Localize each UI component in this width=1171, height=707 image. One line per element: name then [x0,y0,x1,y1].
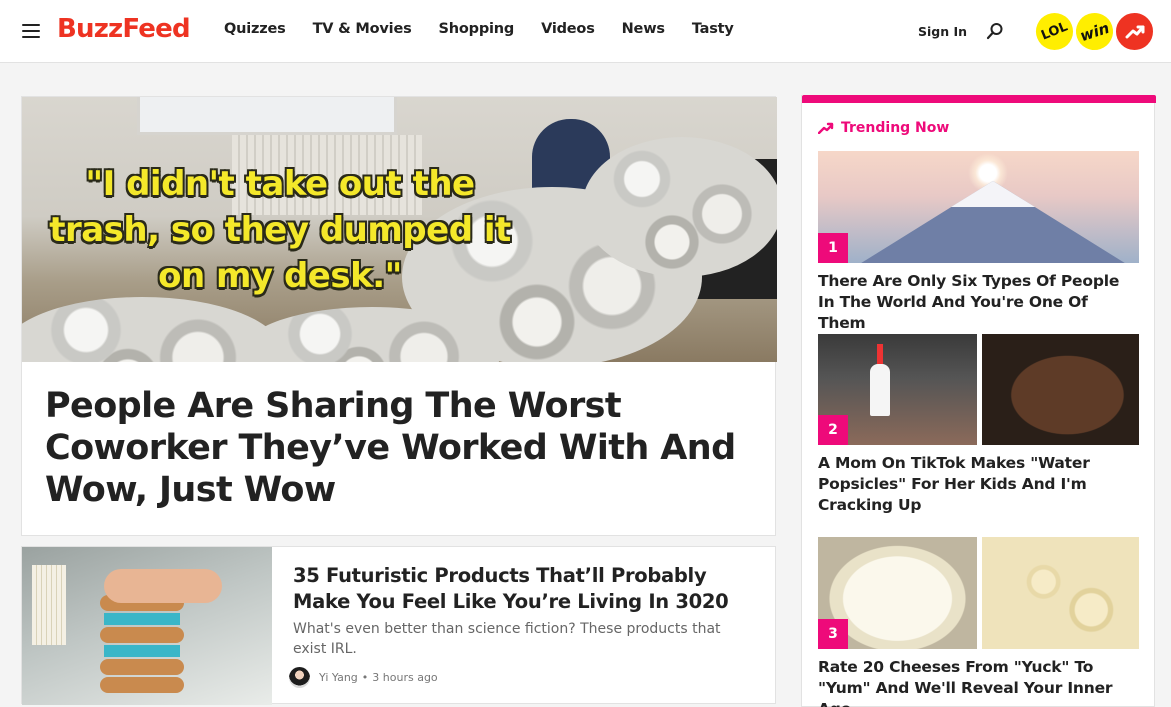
hero-article-card[interactable]: "I didn't take out the trash, so they du… [21,96,777,536]
trending-heading-label: Trending Now [841,120,950,136]
hero-image[interactable]: "I didn't take out the trash, so they du… [22,97,777,362]
sign-in-link[interactable]: Sign In [918,24,967,39]
story-description: What's even better than science fiction?… [293,621,721,657]
trending-thumbnail[interactable]: 1 [818,151,1139,263]
rank-badge: 2 [818,415,848,445]
trending-badge[interactable] [1114,11,1155,52]
nav-tv-movies[interactable]: TV & Movies [313,21,412,37]
trending-item-1[interactable]: 1 There Are Only Six Types Of People In … [818,151,1139,334]
nav-quizzes[interactable]: Quizzes [224,21,286,37]
rank-badge: 1 [818,233,848,263]
trending-item-title[interactable]: A Mom On TikTok Makes "Water Popsicles" … [818,453,1139,516]
trending-arrow-icon [818,122,834,134]
search-icon[interactable] [986,22,1004,45]
nav-shopping[interactable]: Shopping [439,21,515,37]
story-byline: Yi Yang • 3 hours ago [289,667,438,688]
site-header: BuzzFeed Quizzes TV & Movies Shopping Vi… [0,0,1171,63]
trending-panel: Trending Now 1 There Are Only Six Types … [801,95,1156,707]
hero-image-caption: "I didn't take out the trash, so they du… [49,164,511,296]
menu-icon[interactable] [22,24,40,38]
byline-separator: • [361,671,369,684]
rank-badge: 3 [818,619,848,649]
nav-news[interactable]: News [622,21,665,37]
nav-tasty[interactable]: Tasty [692,21,734,37]
trending-thumbnail[interactable]: 3 [818,537,1139,649]
trending-accent-bar [802,95,1156,103]
story-timestamp: 3 hours ago [372,671,438,684]
avatar[interactable] [289,667,310,688]
hero-title[interactable]: People Are Sharing The Worst Coworker Th… [45,385,760,511]
trending-arrow-icon [1125,25,1144,38]
story-thumbnail[interactable] [22,547,272,705]
trending-item-title[interactable]: Rate 20 Cheeses From "Yuck" To "Yum" And… [818,657,1139,707]
author-name[interactable]: Yi Yang [319,671,358,684]
trending-item-3[interactable]: 3 Rate 20 Cheeses From "Yuck" To "Yum" A… [818,537,1139,707]
trending-heading: Trending Now [818,120,949,136]
story-card[interactable]: 35 Futuristic Products That’ll Probably … [21,546,776,705]
main-nav: Quizzes TV & Movies Shopping Videos News… [224,21,761,37]
buzzfeed-logo[interactable]: BuzzFeed [57,14,191,44]
nav-videos[interactable]: Videos [541,21,595,37]
trending-item-2[interactable]: 2 A Mom On TikTok Makes "Water Popsicles… [818,334,1139,516]
trending-thumbnail[interactable]: 2 [818,334,1139,445]
story-title[interactable]: 35 Futuristic Products That’ll Probably … [293,563,758,615]
win-badge[interactable]: win [1068,5,1121,58]
trending-item-title[interactable]: There Are Only Six Types Of People In Th… [818,271,1139,334]
